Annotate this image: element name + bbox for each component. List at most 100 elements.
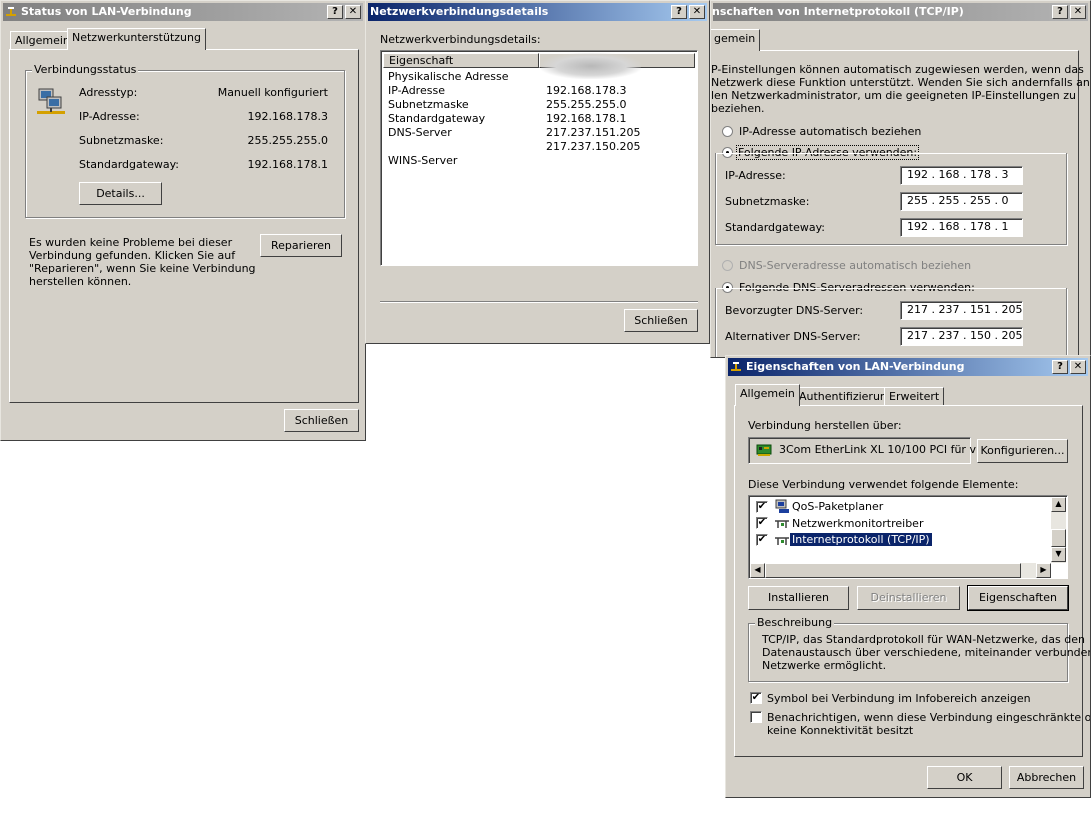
separator [380, 301, 698, 303]
status-titlebar[interactable]: Status von LAN-Verbindung ? ✕ [3, 3, 363, 21]
ip-address-field[interactable]: 192 . 168 . 178 . 3 [900, 166, 1023, 185]
close-button[interactable]: ✕ [1070, 360, 1086, 374]
close-button[interactable]: ✕ [689, 5, 705, 19]
lan-properties-window: Eigenschaften von LAN-Verbindung ? ✕ All… [725, 355, 1091, 798]
table-row: Subnetzmaske [388, 98, 469, 111]
close-button[interactable]: ✕ [1070, 5, 1086, 19]
help-button[interactable]: ? [1052, 360, 1068, 374]
checkbox-tcpip[interactable]: ✔ [756, 534, 768, 546]
status-window: Status von LAN-Verbindung ? ✕ Allgemein … [0, 0, 366, 441]
list-item[interactable]: Netzwerkmonitortreiber [792, 517, 923, 530]
list-header: Eigenschaft [383, 53, 695, 68]
tcpip-window: nschaften von Internetprotokoll (TCP/IP)… [710, 0, 1091, 358]
value-subnet: 255.255.255.0 [247, 134, 328, 147]
properties-button[interactable]: Eigenschaften [967, 585, 1069, 611]
repair-button[interactable]: Reparieren [260, 234, 342, 257]
gateway-field[interactable]: 192 . 168 . 178 . 1 [900, 218, 1023, 237]
table-row: 217.237.150.205 [546, 140, 641, 153]
list-item-selected[interactable]: Internetprotokoll (TCP/IP) [789, 532, 933, 547]
intro-text: P-Einstellungen können automatisch zugew… [711, 63, 1090, 115]
table-row: Standardgateway [388, 112, 486, 125]
details-titlebar[interactable]: Netzwerkverbindungsdetails ? ✕ [368, 3, 707, 21]
tab-allgemein[interactable]: gemein [711, 29, 761, 51]
value-gateway: 192.168.178.1 [247, 158, 328, 171]
configure-button[interactable]: Konfigurieren... [977, 439, 1068, 463]
protocol-icon [775, 537, 789, 545]
details-button[interactable]: Details... [79, 182, 162, 205]
alternate-dns-field[interactable]: 217 . 237 . 150 . 205 [900, 327, 1023, 346]
label-adresstyp: Adresstyp: [79, 86, 138, 99]
preferred-dns-field[interactable]: 217 . 237 . 151 . 205 [900, 301, 1023, 320]
radio-auto-dns-label[interactable]: DNS-Serveradresse automatisch beziehen [739, 259, 971, 272]
window-title: Eigenschaften von LAN-Verbindung [746, 360, 965, 373]
scroll-up-icon[interactable]: ▲ [1051, 497, 1066, 512]
ip-address-label: IP-Adresse: [725, 169, 786, 182]
details-label: Netzwerkverbindungsdetails: [380, 33, 541, 46]
scroll-down-icon[interactable]: ▼ [1051, 547, 1066, 562]
connect-using-label: Verbindung herstellen über: [748, 419, 902, 432]
help-button[interactable]: ? [1052, 5, 1068, 19]
scroll-left-icon[interactable]: ◀ [750, 563, 765, 578]
checkbox-tray-icon[interactable]: ✔ [750, 692, 762, 704]
install-button[interactable]: Installieren [748, 586, 849, 610]
status-message: Es wurden keine Probleme bei dieser Verb… [29, 236, 256, 288]
radio-auto-ip[interactable] [722, 126, 733, 137]
dns-group [715, 288, 1067, 357]
cancel-button[interactable]: Abbrechen [1009, 766, 1084, 789]
redacted-header-blur [541, 53, 641, 79]
scroll-right-icon[interactable]: ▶ [1036, 563, 1051, 578]
preferred-dns-label: Bevorzugter DNS-Server: [725, 304, 864, 317]
help-button[interactable]: ? [671, 5, 687, 19]
window-title: Status von LAN-Verbindung [21, 5, 192, 18]
subnet-mask-field[interactable]: 255 . 255 . 255 . 0 [900, 192, 1023, 211]
items-label: Diese Verbindung verwendet folgende Elem… [748, 478, 1019, 491]
scroll-hthumb[interactable] [765, 563, 1021, 578]
checkbox-notify-label[interactable]: Benachrichtigen, wenn diese Verbindung e… [767, 711, 1090, 737]
list-item[interactable]: QoS-Paketplaner [792, 500, 883, 513]
checkbox-netmon[interactable]: ✔ [756, 517, 768, 529]
tab-allgemein[interactable]: Allgemein [10, 31, 75, 50]
tab-erweitert[interactable]: Erweitert [884, 387, 945, 406]
subnet-mask-label: Subnetzmaske: [725, 195, 810, 208]
label-ip-address: IP-Adresse: [79, 110, 140, 123]
table-row: 217.237.151.205 [546, 126, 641, 139]
network-card-icon [756, 444, 772, 456]
column-header-eigenschaft[interactable]: Eigenschaft [383, 53, 539, 68]
tcpip-titlebar[interactable]: nschaften von Internetprotokoll (TCP/IP)… [712, 3, 1088, 21]
table-row: DNS-Server [388, 126, 452, 139]
checkbox-tray-label[interactable]: Symbol bei Verbindung im Infobereich anz… [767, 692, 1031, 705]
table-row: Physikalische Adresse [388, 70, 509, 83]
radio-auto-ip-label[interactable]: IP-Adresse automatisch beziehen [739, 125, 921, 138]
uninstall-button[interactable]: Deinstallieren [857, 586, 960, 610]
tab-allgemein[interactable]: Allgemein [735, 384, 800, 406]
value-ip-address: 192.168.178.3 [247, 110, 328, 123]
checkbox-notify[interactable] [750, 711, 762, 723]
gateway-label: Standardgateway: [725, 221, 825, 234]
lan-properties-titlebar[interactable]: Eigenschaften von LAN-Verbindung ? ✕ [728, 358, 1088, 376]
table-row: WINS-Server [388, 154, 458, 167]
network-computers-icon [37, 88, 65, 114]
help-button[interactable]: ? [327, 5, 343, 19]
table-row: 192.168.178.3 [546, 84, 627, 97]
table-row: 255.255.255.0 [546, 98, 627, 111]
close-button[interactable]: ✕ [345, 5, 361, 19]
close-dialog-button[interactable]: Schließen [624, 309, 698, 332]
qos-icon [775, 499, 789, 513]
value-adresstyp: Manuell konfiguriert [217, 86, 328, 99]
checkbox-qos[interactable]: ✔ [756, 501, 768, 513]
table-row: 192.168.178.1 [546, 112, 627, 125]
ok-button[interactable]: OK [927, 766, 1002, 789]
label-gateway: Standardgateway: [79, 158, 179, 171]
window-title: Netzwerkverbindungsdetails [370, 5, 549, 18]
window-title: nschaften von Internetprotokoll (TCP/IP) [712, 5, 964, 18]
scroll-thumb[interactable] [1051, 529, 1066, 547]
details-window: Netzwerkverbindungsdetails ? ✕ Netzwerkv… [365, 0, 710, 344]
tab-netzwerkunterstuetzung[interactable]: Netzwerkunterstützung [67, 28, 206, 50]
table-row: IP-Adresse [388, 84, 445, 97]
alternate-dns-label: Alternativer DNS-Server: [725, 330, 861, 343]
close-dialog-button[interactable]: Schließen [284, 409, 359, 432]
protocol-icon [775, 520, 789, 528]
network-icon [731, 362, 741, 371]
radio-auto-dns[interactable] [722, 260, 733, 271]
adapter-name: 3Com EtherLink XL 10/100 PCI für v [779, 443, 976, 456]
